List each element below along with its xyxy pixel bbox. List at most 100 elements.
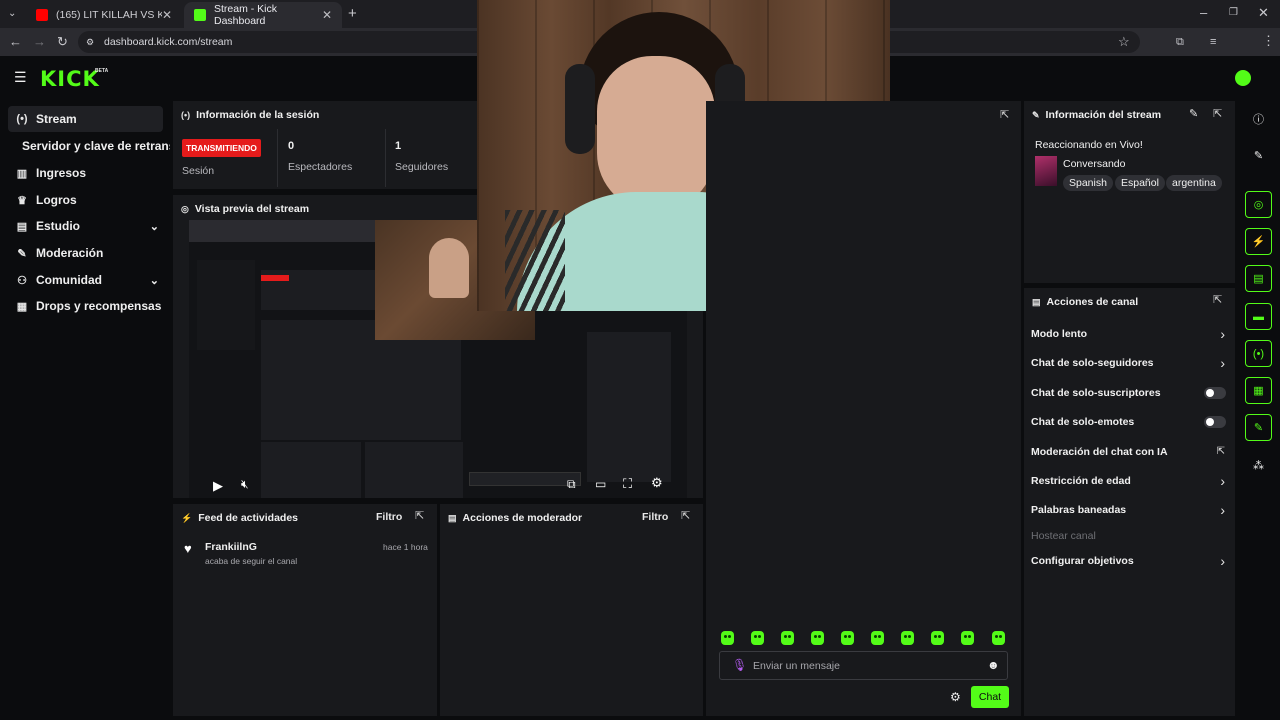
preview-title: Vista previa del stream (194, 203, 310, 215)
play-icon[interactable]: ▶ (213, 478, 223, 494)
nested-activity-panel (261, 442, 361, 498)
action-followers-only[interactable]: Chat de solo-seguidores › (1024, 355, 1235, 371)
panel-title: ▤ Acciones de moderador (448, 512, 582, 524)
broadcast-icon[interactable]: (•) (1245, 340, 1272, 367)
chat-input[interactable]: 🎙︎ Enviar un mensaje ☻ (719, 651, 1008, 680)
action-label: Chat de solo-seguidores (1031, 357, 1154, 369)
chat-settings-gear-icon[interactable]: ⚙ (950, 690, 961, 704)
heart-icon: ♥ (184, 541, 192, 556)
emote-icon[interactable] (931, 631, 944, 645)
chat-bubble-icon[interactable]: ▬ (1245, 303, 1272, 330)
emote-icon[interactable] (992, 631, 1005, 645)
tag-argentina[interactable]: argentina (1166, 173, 1222, 191)
subscribers-only-toggle[interactable] (1204, 387, 1226, 399)
mod-filter-button[interactable]: Filtro (642, 511, 668, 523)
new-tab-button[interactable]: + (348, 6, 357, 21)
layout-icon[interactable]: ▦ (1245, 377, 1272, 404)
sidebar-item-stream[interactable]: (•) Stream (8, 106, 163, 132)
emote-icon[interactable] (781, 631, 794, 645)
kick-logo[interactable]: KICK (40, 67, 100, 91)
popout-icon[interactable]: ⇱ (1213, 107, 1222, 120)
tab-close-icon[interactable]: ✕ (322, 8, 332, 22)
action-ai-moderation[interactable]: Moderación del chat con IA ⇱ (1024, 444, 1235, 460)
mod-actions-panel: ▤ Acciones de moderador Filtro ⇱ (440, 504, 703, 716)
popout-icon[interactable]: ⇱ (1000, 108, 1009, 121)
sidebar-item-ingresos[interactable]: ▥ Ingresos (8, 160, 163, 186)
sidebar-item-estudio[interactable]: ▤ Estudio ⌄ (8, 213, 163, 239)
popout-icon[interactable]: ⇱ (415, 509, 424, 522)
close-window-icon[interactable]: ✕ (1258, 6, 1269, 20)
wrench-icon: ✎ (17, 247, 27, 260)
wrench-icon[interactable]: ✎ (1245, 414, 1272, 441)
fullscreen-icon[interactable]: ⛶ (623, 476, 632, 492)
youtube-icon (36, 9, 48, 21)
restore-icon[interactable]: ❐ (1229, 6, 1238, 20)
back-icon[interactable]: ← (9, 35, 22, 49)
emote-icon[interactable] (751, 631, 764, 645)
sidebar-item-drops[interactable]: ▦ Drops y recompensas (8, 293, 163, 319)
tab-search-icon[interactable]: ⌄ (8, 7, 16, 21)
edit-pencil-icon[interactable]: ✎ (1245, 142, 1272, 169)
emote-icon[interactable] (901, 631, 914, 645)
action-banned-words[interactable]: Palabras baneadas › (1024, 502, 1235, 518)
tab-close-icon[interactable]: ✕ (162, 8, 172, 22)
sidebar-item-label: Moderación (36, 246, 104, 260)
activity-filter-button[interactable]: Filtro (376, 511, 402, 523)
tag-espanol[interactable]: Español (1115, 173, 1165, 191)
action-age-restriction[interactable]: Restricción de edad › (1024, 473, 1235, 489)
panel-title: ✎ Información del stream (1032, 109, 1161, 121)
tag-spanish[interactable]: Spanish (1063, 173, 1113, 191)
emoji-icon[interactable]: ☻ (987, 658, 1000, 672)
tab-youtube[interactable]: (165) LIT KILLAH VS KIDD KEO | ✕ (26, 2, 182, 28)
nested-chat-input (469, 472, 581, 486)
session-info-panel: (•) Información de la sesión TRANSMITIEND… (173, 101, 477, 189)
popout-icon[interactable]: ⇱ (1213, 293, 1222, 306)
followers-count: 1 (395, 140, 402, 152)
theater-mode-icon[interactable]: ▭ (595, 477, 606, 491)
tab-kick-dashboard[interactable]: Stream - Kick Dashboard ✕ (184, 2, 342, 28)
minimize-icon[interactable]: – (1200, 6, 1207, 20)
browser-menu-icon[interactable]: ⋮ (1262, 34, 1275, 48)
session-label: Sesión (182, 165, 215, 177)
kick-favicon-icon (194, 9, 206, 21)
sidebar-item-logros[interactable]: ♛ Logros (8, 187, 163, 213)
add-widget-icon[interactable]: ⁂ (1245, 452, 1272, 479)
chevron-right-icon: › (1220, 473, 1225, 489)
settings-gear-icon[interactable]: ⚙ (651, 475, 663, 491)
emote-icon[interactable] (811, 631, 824, 645)
emote-icon[interactable] (871, 631, 884, 645)
category-name[interactable]: Conversando (1063, 158, 1125, 170)
activity-user[interactable]: FrankiilnG (205, 541, 257, 553)
bookmark-star-icon[interactable]: ☆ (1118, 35, 1130, 49)
sidebar-item-comunidad[interactable]: ⚇ Comunidad ⌄ (8, 267, 163, 293)
sidebar-item-server-key[interactable]: Servidor y clave de retransmisión (16, 133, 170, 159)
reload-icon[interactable]: ↻ (57, 35, 68, 49)
hamburger-menu-icon[interactable]: ☰ (14, 70, 27, 84)
action-configure-goals[interactable]: Configurar objetivos › (1024, 553, 1235, 569)
popout-icon[interactable]: ⇱ (681, 509, 690, 522)
emote-icon[interactable] (961, 631, 974, 645)
sidebar-item-moderacion[interactable]: ✎ Moderación (8, 240, 163, 266)
emote-icon[interactable] (721, 631, 734, 645)
list-item: ♥ FrankiilnG hace 1 hora acaba de seguir… (173, 538, 437, 572)
chat-send-button[interactable]: Chat (971, 686, 1009, 708)
bolt-icon[interactable]: ⚡ (1245, 228, 1272, 255)
user-avatar[interactable] (1235, 70, 1251, 86)
microphone-icon[interactable]: 🎙︎ (732, 658, 747, 672)
edit-pencil-icon[interactable]: ✎ (1189, 107, 1198, 120)
extensions-puzzle-icon[interactable]: ⧉ (1176, 35, 1184, 49)
media-controls-icon[interactable]: ≡ (1210, 35, 1216, 49)
clipboard-icon[interactable]: ▤ (1245, 265, 1272, 292)
action-subscribers-only: Chat de solo-suscriptores (1024, 385, 1235, 401)
pip-icon[interactable]: ⧉ (567, 477, 576, 492)
action-slow-mode[interactable]: Modo lento › (1024, 326, 1235, 342)
info-icon[interactable]: ⓘ (1245, 105, 1272, 132)
stream-info-title: Información del stream (1045, 109, 1162, 121)
capture-icon[interactable]: ◎ (1245, 191, 1272, 218)
site-info-icon[interactable]: ⚙ (86, 31, 94, 53)
chevron-right-icon: › (1220, 355, 1225, 371)
mute-icon[interactable]: 🔇︎ (241, 477, 249, 492)
emotes-only-toggle[interactable] (1204, 416, 1226, 428)
forward-icon[interactable]: → (33, 35, 46, 49)
emote-icon[interactable] (841, 631, 854, 645)
